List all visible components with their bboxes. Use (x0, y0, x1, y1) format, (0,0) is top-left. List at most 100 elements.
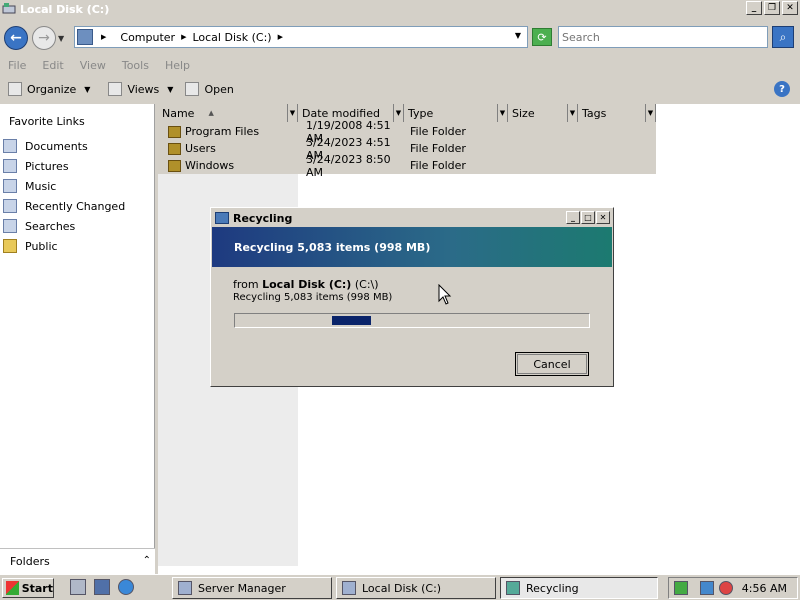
music-icon (3, 179, 17, 193)
mouse-cursor-icon (438, 284, 452, 305)
window-titlebar[interactable]: Local Disk (C:) _ ❐ ✕ (0, 0, 800, 18)
sidebar-item-recently-changed[interactable]: Recently Changed (3, 196, 125, 216)
sidebar-item-music[interactable]: Music (3, 176, 125, 196)
show-desktop-icon[interactable] (94, 579, 110, 595)
documents-icon (3, 139, 17, 153)
start-button[interactable]: Start (2, 578, 54, 598)
menu-view[interactable]: View (80, 59, 106, 72)
column-header-type[interactable]: Type ▼ (404, 104, 508, 122)
search-icon: ⌕ (779, 29, 787, 44)
folder-icon (168, 142, 181, 155)
forward-arrow-icon: → (38, 30, 50, 46)
sidebar-item-pictures[interactable]: Pictures (3, 156, 125, 176)
views-icon (108, 82, 123, 96)
dialog-banner: Recycling 5,083 items (998 MB) (212, 227, 612, 267)
recent-pages-dropdown[interactable]: ▼ (58, 34, 64, 43)
folder-icon (3, 239, 17, 253)
maximize-button[interactable]: ❐ (764, 1, 780, 15)
table-row[interactable]: Program Files 1/19/2008 4:51 AM File Fol… (158, 119, 656, 145)
breadcrumb-local-disk[interactable]: Local Disk (C:) ▶ (192, 31, 289, 44)
search-button[interactable]: ⌕ (772, 26, 794, 48)
chevron-down-icon[interactable]: ▼ (567, 104, 577, 122)
help-icon[interactable]: ? (774, 81, 790, 97)
pictures-icon (3, 159, 17, 173)
windows-logo-icon (6, 581, 19, 595)
dialog-source: from Local Disk (C:) (C:\) (233, 278, 379, 291)
refresh-button[interactable]: ⟳ (532, 28, 552, 46)
recycle-icon (506, 581, 520, 595)
drive-icon (2, 2, 16, 16)
navigation-pane: Favorite Links Documents Pictures Music … (0, 104, 155, 574)
column-header-name[interactable]: Name ▲ ▼ (158, 104, 298, 122)
refresh-icon: ⟳ (537, 30, 547, 44)
organize-button[interactable]: Organize ▼ (8, 82, 90, 96)
menu-edit[interactable]: Edit (42, 59, 63, 72)
task-recycling[interactable]: Recycling (500, 577, 658, 599)
security-shield-icon[interactable] (674, 581, 688, 595)
table-row[interactable]: Windows 3/24/2023 8:50 AM File Folder (158, 153, 656, 179)
favorite-links-list: Documents Pictures Music Recently Change… (3, 136, 125, 256)
forward-button[interactable]: → (32, 26, 56, 50)
chevron-down-icon: ▼ (167, 84, 174, 94)
clock[interactable]: 4:56 AM (742, 582, 787, 595)
table-row[interactable]: Users 3/24/2023 4:51 AM File Folder (158, 136, 656, 162)
progress-fill (332, 316, 371, 325)
dialog-close-button[interactable]: ✕ (596, 211, 610, 224)
chevron-down-icon[interactable]: ▼ (645, 104, 655, 122)
organize-icon (8, 82, 22, 96)
taskbar: Start Server Manager Local Disk (C:) Rec… (0, 574, 800, 600)
chevron-down-icon: ▼ (84, 84, 91, 94)
window-title: Local Disk (C:) (20, 2, 110, 16)
menu-file[interactable]: File (8, 59, 26, 72)
address-dropdown[interactable]: ▼ (515, 31, 521, 40)
dialog-minimize-button[interactable]: _ (566, 211, 580, 224)
chevron-down-icon[interactable]: ▼ (287, 104, 297, 122)
back-button[interactable]: ← (4, 26, 28, 50)
address-bar[interactable]: ▶ Computer ▶ Local Disk (C:) ▶ ▼ (74, 26, 528, 48)
folders-toggle[interactable]: Folders ⌃ (0, 548, 155, 574)
internet-explorer-icon[interactable] (118, 579, 134, 595)
chevron-up-icon: ⌃ (142, 555, 151, 566)
computer-icon (77, 29, 93, 45)
recently-changed-icon (3, 199, 17, 213)
recycle-icon (215, 212, 229, 224)
cancel-button[interactable]: Cancel (515, 352, 589, 376)
chevron-down-icon[interactable]: ▼ (497, 104, 507, 122)
server-manager-quicklaunch-icon[interactable] (70, 579, 86, 595)
close-button[interactable]: ✕ (782, 1, 798, 15)
sidebar-item-searches[interactable]: Searches (3, 216, 125, 236)
column-header-tags[interactable]: Tags ▼ (578, 104, 656, 122)
sidebar-item-public[interactable]: Public (3, 236, 125, 256)
breadcrumb-root-arrow[interactable]: ▶ (101, 33, 112, 41)
folder-icon (168, 125, 181, 138)
file-rows: Program Files 1/19/2008 4:51 AM File Fol… (158, 119, 656, 179)
command-toolbar: Organize ▼ Views ▼ Open ? (0, 76, 800, 102)
searches-icon (3, 219, 17, 233)
recycling-dialog: Recycling _ □ ✕ Recycling 5,083 items (9… (210, 207, 614, 387)
dialog-maximize-button[interactable]: □ (581, 211, 595, 224)
network-icon[interactable] (700, 581, 714, 595)
sort-up-icon: ▲ (208, 109, 214, 117)
open-button[interactable]: Open (185, 82, 234, 96)
task-server-manager[interactable]: Server Manager (172, 577, 332, 599)
menu-help[interactable]: Help (165, 59, 190, 72)
task-local-disk[interactable]: Local Disk (C:) (336, 577, 496, 599)
views-button[interactable]: Views ▼ (108, 82, 173, 96)
minimize-button[interactable]: _ (746, 1, 762, 15)
volume-muted-icon[interactable] (719, 581, 733, 595)
dialog-titlebar[interactable]: Recycling _ □ ✕ (212, 209, 612, 227)
open-icon (185, 82, 200, 96)
menu-bar: File Edit View Tools Help (0, 56, 800, 74)
system-tray: 4:56 AM (668, 577, 798, 599)
column-headers: Name ▲ ▼ Date modified ▼ Type ▼ Size ▼ Tags ▼ (158, 104, 656, 122)
column-header-size[interactable]: Size ▼ (508, 104, 578, 122)
breadcrumb-computer[interactable]: Computer ▶ (120, 31, 192, 44)
address-row: ← → ▼ ▶ Computer▶ Local Disk (C:)▶ ▼ ⟳ ⌕ (0, 18, 800, 56)
drive-icon (342, 581, 356, 595)
folder-icon (168, 159, 181, 172)
sidebar-item-documents[interactable]: Documents (3, 136, 125, 156)
back-arrow-icon: ← (10, 30, 22, 46)
search-input[interactable] (558, 26, 768, 48)
menu-tools[interactable]: Tools (122, 59, 149, 72)
dialog-status-text: Recycling 5,083 items (998 MB) (233, 292, 393, 303)
